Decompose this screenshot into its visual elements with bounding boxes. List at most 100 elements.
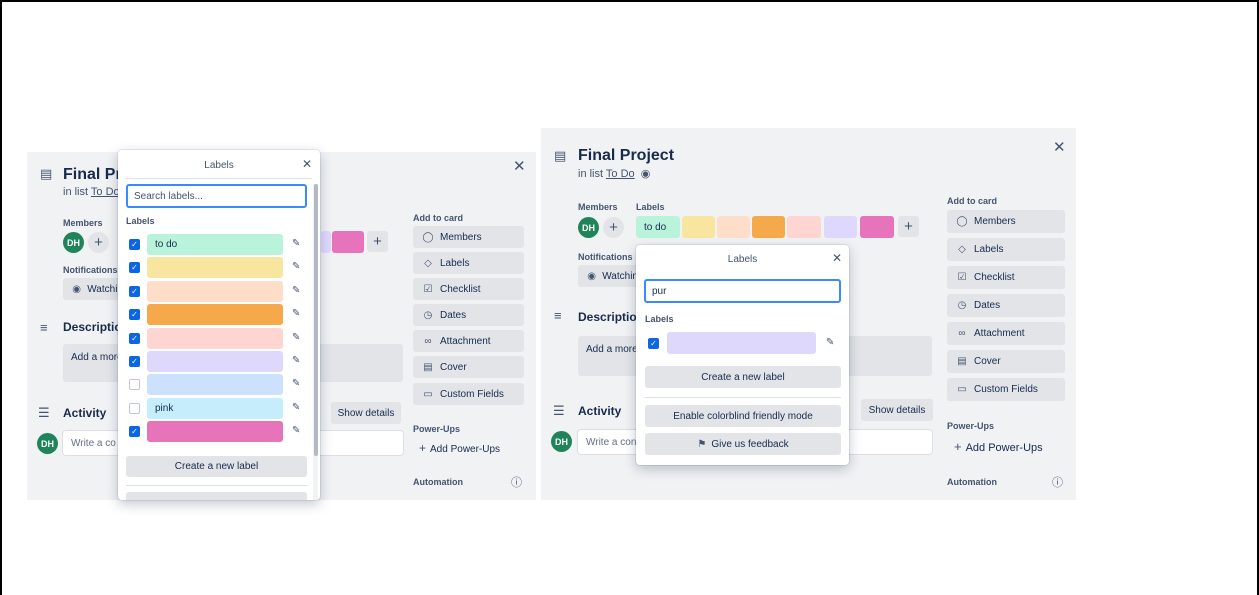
- label-color-swatch[interactable]: to do: [147, 234, 283, 255]
- sidebar-dates-button[interactable]: ◷ Dates: [413, 304, 524, 326]
- label-checkbox[interactable]: ✓: [129, 309, 140, 321]
- description-title: Description: [578, 310, 645, 324]
- show-details-button[interactable]: Show details: [861, 399, 933, 421]
- label-checkbox[interactable]: ✓: [129, 285, 140, 297]
- show-details-button[interactable]: Show details: [331, 402, 401, 424]
- pencil-icon[interactable]: ✎: [292, 355, 300, 366]
- popover-divider: [126, 178, 312, 179]
- person-icon: ◯: [956, 216, 968, 227]
- close-icon[interactable]: ✕: [832, 251, 842, 265]
- sidebar-attachment-button[interactable]: ∞ Attachment: [413, 330, 524, 352]
- colorblind-button[interactable]: Enable colorblind friendly mode: [645, 405, 841, 427]
- sidebar-members-button[interactable]: ◯ Members: [413, 226, 524, 248]
- card-icon: ▤: [40, 166, 53, 181]
- add-label-button[interactable]: +: [898, 216, 919, 237]
- label-checkbox[interactable]: ✓: [129, 332, 140, 344]
- sidebar-checklist-button[interactable]: ☑ Checklist: [413, 278, 524, 300]
- label-color-swatch[interactable]: [147, 374, 283, 396]
- label-checkbox[interactable]: ✓: [129, 262, 140, 274]
- automation-label: Automation: [947, 477, 997, 487]
- create-label-button[interactable]: Create a new label: [645, 366, 841, 388]
- add-powerups-button[interactable]: + Add Power-Ups: [419, 441, 500, 455]
- sidebar-cover-button[interactable]: ▤ Cover: [413, 356, 524, 378]
- plus-icon: +: [419, 441, 427, 455]
- pencil-icon[interactable]: ✎: [292, 261, 300, 272]
- close-icon[interactable]: ✕: [513, 157, 526, 175]
- pencil-icon[interactable]: ✎: [292, 425, 300, 436]
- card-label-chip[interactable]: [682, 216, 715, 238]
- paperclip-icon: ∞: [958, 328, 966, 339]
- card-label-chip[interactable]: [824, 216, 857, 238]
- close-icon[interactable]: ✕: [302, 157, 312, 171]
- avatar[interactable]: DH: [578, 217, 599, 238]
- description-icon: ≡: [40, 320, 48, 335]
- label-color-swatch[interactable]: [147, 257, 283, 279]
- info-icon[interactable]: ⓘ: [511, 474, 522, 490]
- folder-icon: ▭: [423, 388, 433, 400]
- label-checkbox[interactable]: [129, 379, 140, 391]
- colorblind-button[interactable]: [126, 492, 307, 500]
- card-label-chip[interactable]: [752, 216, 785, 238]
- card-label-chip[interactable]: [332, 231, 364, 253]
- label-checkbox[interactable]: [129, 402, 140, 414]
- add-powerups-button[interactable]: + Add Power-Ups: [954, 439, 1043, 454]
- sidebar-custom-fields-button[interactable]: ▭ Custom Fields: [947, 378, 1065, 401]
- search-input[interactable]: Search labels...: [126, 184, 307, 208]
- pencil-icon[interactable]: ✎: [292, 378, 300, 389]
- scrollbar-thumb[interactable]: [314, 184, 318, 456]
- tag-icon: ◇: [424, 257, 432, 269]
- add-member-button[interactable]: +: [603, 217, 624, 238]
- watch-button[interactable]: ◉ Watchin: [578, 265, 638, 287]
- label-checkbox[interactable]: ✓: [648, 338, 659, 349]
- pencil-icon[interactable]: ✎: [292, 285, 300, 296]
- sidebar-labels-button[interactable]: ◇ Labels: [947, 238, 1065, 261]
- label-checkbox[interactable]: ✓: [129, 356, 140, 367]
- cover-icon: ▤: [957, 356, 967, 367]
- labels-heading: Labels: [126, 216, 155, 226]
- pencil-icon[interactable]: ✎: [292, 238, 300, 249]
- card-label-chip[interactable]: [860, 216, 894, 238]
- add-member-button[interactable]: +: [88, 232, 109, 253]
- close-icon[interactable]: ✕: [1053, 138, 1066, 156]
- card-label-chip[interactable]: [321, 231, 331, 253]
- label-color-swatch[interactable]: pink: [147, 397, 283, 419]
- pencil-icon[interactable]: ✎: [826, 337, 834, 348]
- sidebar-dates-button[interactable]: ◷ Dates: [947, 294, 1065, 317]
- popover-title: Labels: [204, 160, 234, 171]
- activity-icon: ☰: [38, 405, 50, 420]
- sidebar-labels-button[interactable]: ◇ Labels: [413, 252, 524, 274]
- sidebar-checklist-button[interactable]: ☑ Checklist: [947, 266, 1065, 289]
- card-label-chip[interactable]: [787, 216, 821, 238]
- create-label-button[interactable]: Create a new label: [126, 456, 307, 477]
- automation-label: Automation: [413, 477, 463, 487]
- sidebar-cover-button[interactable]: ▤ Cover: [947, 350, 1065, 373]
- label-color-swatch[interactable]: [667, 332, 816, 354]
- pencil-icon[interactable]: ✎: [292, 402, 300, 413]
- info-icon[interactable]: ⓘ: [1052, 474, 1063, 490]
- pencil-icon[interactable]: ✎: [292, 308, 300, 319]
- labels-popover: Labels ✕ Search labels... Labels ✓ to do ✎…: [118, 150, 320, 500]
- popover-divider: [645, 397, 841, 398]
- avatar[interactable]: DH: [63, 232, 84, 253]
- card-label-chip[interactable]: [717, 216, 750, 238]
- label-checkbox[interactable]: ✓: [129, 239, 140, 250]
- add-label-button[interactable]: +: [367, 231, 388, 252]
- search-input[interactable]: pur: [644, 279, 841, 303]
- sidebar-attachment-button[interactable]: ∞ Attachment: [947, 322, 1065, 345]
- feedback-button[interactable]: ⚑ Give us feedback: [645, 433, 841, 455]
- watch-button[interactable]: ◉ Watchin: [63, 278, 123, 300]
- pencil-icon[interactable]: ✎: [292, 332, 300, 343]
- list-link[interactable]: To Do: [91, 186, 120, 198]
- sidebar-members-button[interactable]: ◯ Members: [947, 210, 1065, 233]
- label-checkbox[interactable]: ✓: [129, 426, 140, 438]
- card-label-chip[interactable]: to do: [636, 216, 680, 238]
- label-color-swatch[interactable]: [147, 280, 283, 302]
- sidebar-custom-fields-button[interactable]: ▭ Custom Fields: [413, 383, 524, 405]
- label-color-swatch[interactable]: [147, 304, 283, 326]
- popover-title: Labels: [727, 254, 758, 265]
- label-color-swatch[interactable]: [147, 351, 283, 372]
- labels-popover: Labels ✕ pur Labels ✓ ✎ Create a new lab…: [636, 245, 849, 465]
- label-color-swatch[interactable]: [147, 421, 283, 443]
- label-color-swatch[interactable]: [147, 327, 283, 349]
- list-link[interactable]: To Do: [606, 168, 635, 180]
